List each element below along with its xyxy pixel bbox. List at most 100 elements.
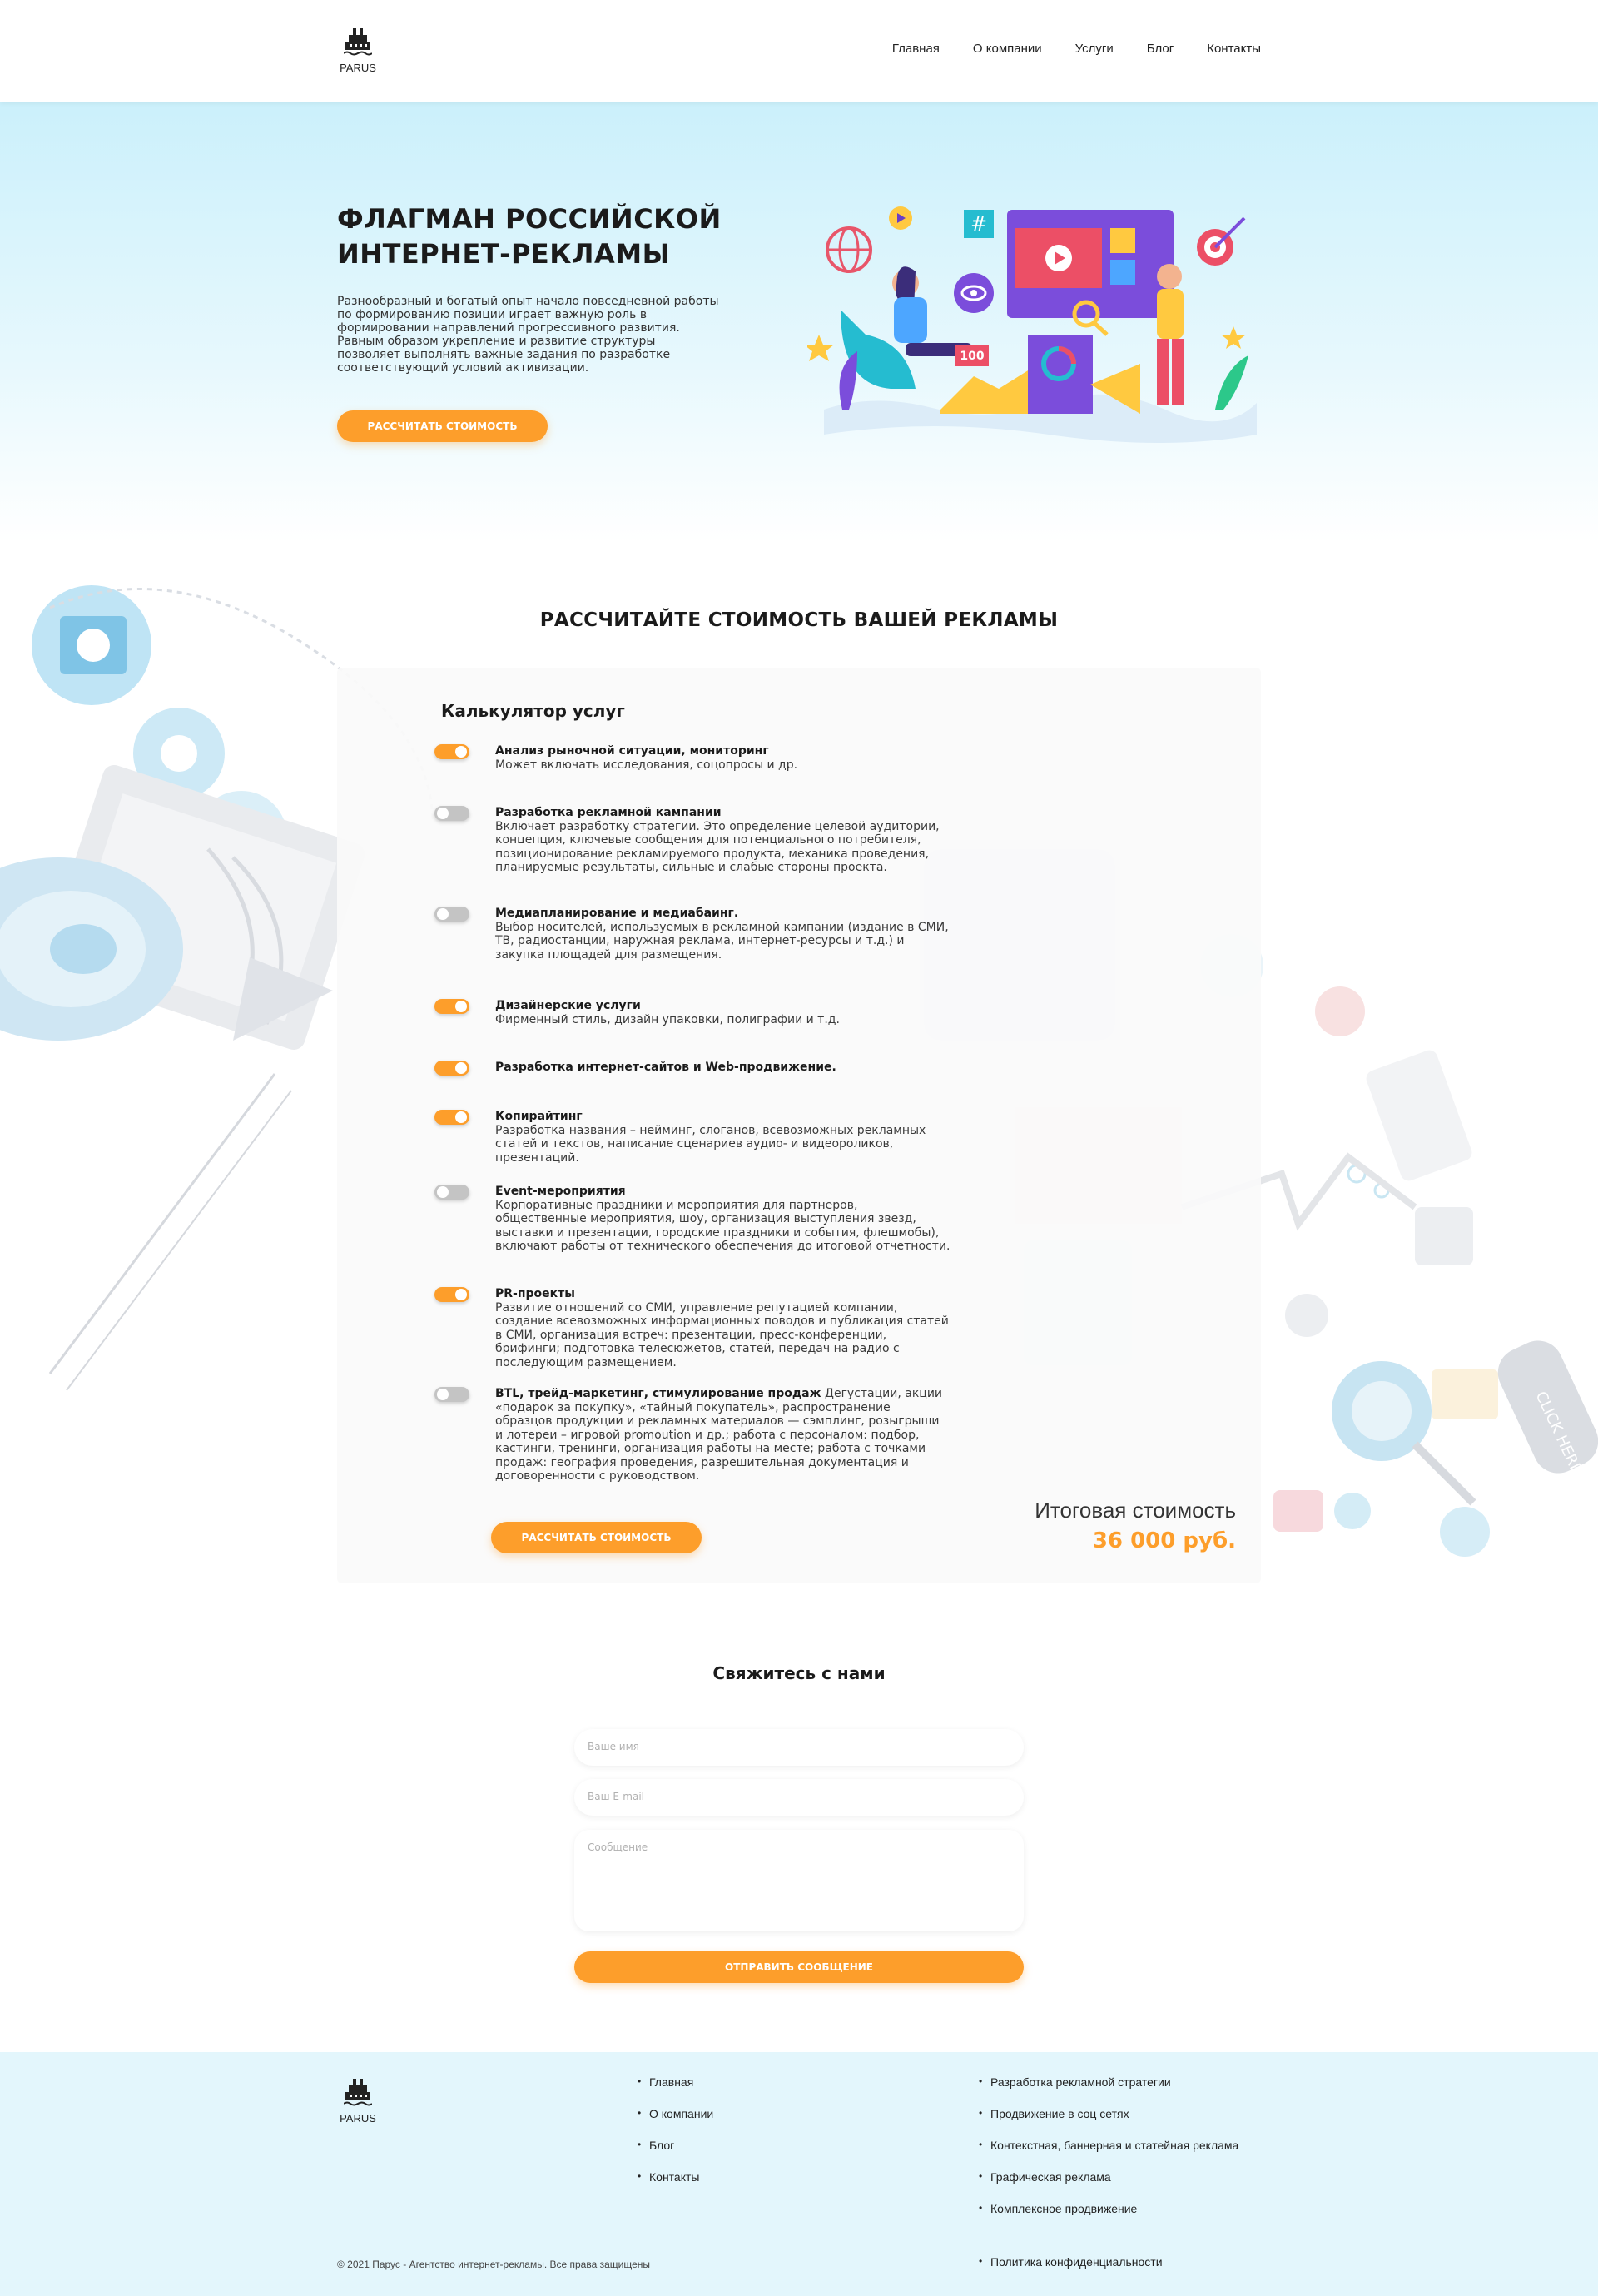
email-field[interactable]: Ваш E-mail: [574, 1779, 1024, 1816]
calculator-calculate-button[interactable]: РАССЧИТАТЬ СТОИМОСТЬ: [491, 1522, 702, 1553]
footer-service-strategy[interactable]: Разработка рекламной стратегии: [979, 2075, 1238, 2107]
ship-logo-icon: [344, 28, 372, 56]
service-description: Фирменный стиль, дизайн упаковки, полигр…: [495, 1012, 840, 1026]
service-row: Медиапланирование и медиабаинг. Выбор нос…: [434, 907, 950, 962]
service-toggle[interactable]: [434, 806, 469, 821]
logo-text: PARUS: [340, 62, 376, 74]
service-text: PR-проекты Развитие отношений со СМИ, упр…: [495, 1287, 950, 1369]
calculator-section-title: РАССЧИТАЙТЕ СТОИМОСТЬ ВАШЕЙ РЕКЛАМЫ: [539, 609, 1059, 631]
hero-section: ФЛАГМАН РОССИЙСКОЙ ИНТЕРНЕТ-РЕКЛАМЫ Разн…: [0, 102, 1598, 543]
service-row: BTL, трейд-маркетинг, стимулирование про…: [434, 1387, 950, 1483]
nav-services[interactable]: Услуги: [1075, 42, 1114, 56]
hero-lead: Разнообразный и богатый опыт начало повс…: [337, 295, 719, 375]
service-toggle[interactable]: [434, 1287, 469, 1302]
svg-text:100: 100: [960, 350, 984, 363]
site-header: PARUS Главная О компании Услуги Блог Кон…: [0, 0, 1598, 102]
site-footer: PARUS Главная О компании Блог Контакты Р…: [0, 2052, 1598, 2296]
calculator-card-title: Калькулятор услуг: [441, 701, 625, 721]
total-value: 36 000 руб.: [1092, 1528, 1236, 1553]
logo[interactable]: PARUS: [337, 27, 379, 74]
nav-blog[interactable]: Блог: [1147, 42, 1174, 56]
service-toggle[interactable]: [434, 1061, 469, 1076]
service-toggle[interactable]: [434, 907, 469, 922]
toggle-knob: [455, 1111, 467, 1123]
service-description: Дегустации, акции «подарок за покупку», …: [495, 1387, 943, 1483]
calculator-card: Калькулятор услуг Анализ рыночной ситуац…: [337, 668, 1261, 1583]
service-text: Event-мероприятия Корпоративные праздники…: [495, 1185, 950, 1254]
service-text: Разработка интернет-сайтов и Web-продвиж…: [495, 1061, 950, 1075]
hero-title: ФЛАГМАН РОССИЙСКОЙ ИНТЕРНЕТ-РЕКЛАМЫ: [337, 201, 803, 271]
toggle-knob: [455, 1001, 467, 1012]
main-nav: Главная О компании Услуги Блог Контакты: [892, 42, 1261, 56]
service-row: Разработка интернет-сайтов и Web-продвиж…: [434, 1061, 950, 1076]
service-name: BTL, трейд-маркетинг, стимулирование про…: [495, 1387, 821, 1400]
service-name: Дизайнерские услуги: [495, 999, 641, 1012]
hero-title-line1: ФЛАГМАН РОССИЙСКОЙ: [337, 203, 722, 235]
footer-services: Разработка рекламной стратегии Продвижен…: [979, 2075, 1238, 2234]
footer-nav-about[interactable]: О компании: [638, 2107, 713, 2139]
send-message-button[interactable]: ОТПРАВИТЬ СООБЩЕНИЕ: [574, 1951, 1024, 1983]
service-toggle[interactable]: [434, 999, 469, 1014]
toggle-knob: [437, 1389, 449, 1400]
service-description: Выбор носителей, используемых в рекламно…: [495, 920, 949, 962]
service-name: Копирайтинг: [495, 1110, 583, 1123]
service-description: Разработка названия – нейминг, слоганов,…: [495, 1123, 926, 1165]
footer-nav-blog[interactable]: Блог: [638, 2139, 713, 2170]
toggle-knob: [437, 808, 449, 819]
contact-title: Свяжитесь с нами: [712, 1663, 886, 1683]
nav-contacts[interactable]: Контакты: [1207, 42, 1261, 56]
message-field[interactable]: Сообщение: [574, 1830, 1024, 1931]
service-row: Разработка рекламной кампании Включает ра…: [434, 806, 950, 875]
footer-nav-contacts[interactable]: Контакты: [638, 2170, 713, 2202]
service-row: Копирайтинг Разработка названия – нейминг…: [434, 1110, 950, 1165]
service-text: Анализ рыночной ситуации, мониторинг Може…: [495, 744, 950, 772]
toggle-knob: [455, 1289, 467, 1300]
nav-home[interactable]: Главная: [892, 42, 940, 56]
toggle-knob: [437, 1186, 449, 1198]
service-row: PR-проекты Развитие отношений со СМИ, упр…: [434, 1287, 950, 1369]
service-description: Корпоративные праздники и мероприятия дл…: [495, 1198, 950, 1254]
total-label: Итоговая стоимость: [1035, 1498, 1236, 1523]
service-toggle[interactable]: [434, 1110, 469, 1125]
service-name: Разработка рекламной кампании: [495, 806, 722, 819]
service-row: Анализ рыночной ситуации, мониторинг Може…: [434, 744, 950, 772]
footer-nav: Главная О компании Блог Контакты: [638, 2075, 713, 2202]
service-name: Разработка интернет-сайтов и Web-продвиж…: [495, 1061, 836, 1074]
name-field[interactable]: Ваше имя: [574, 1729, 1024, 1766]
service-text: Медиапланирование и медиабаинг. Выбор нос…: [495, 907, 950, 962]
service-description: Включает разработку стратегии. Это опред…: [495, 819, 940, 875]
service-text: Копирайтинг Разработка названия – нейминг…: [495, 1110, 950, 1165]
copyright: © 2021 Парус - Агентство интернет-реклам…: [337, 2259, 651, 2270]
toggle-knob: [455, 1062, 467, 1074]
footer-logo[interactable]: PARUS: [337, 2077, 379, 2125]
footer-logo-text: PARUS: [340, 2112, 376, 2125]
service-name: Медиапланирование и медиабаинг.: [495, 907, 739, 920]
svg-text:#: #: [970, 212, 987, 236]
service-row: Event-мероприятия Корпоративные праздники…: [434, 1185, 950, 1254]
service-description: Может включать исследования, соцопросы и…: [495, 758, 798, 772]
footer-service-context[interactable]: Контекстная, баннерная и статейная рекла…: [979, 2139, 1238, 2170]
service-name: Анализ рыночной ситуации, мониторинг: [495, 744, 769, 758]
service-description: Развитие отношений со СМИ, управление ре…: [495, 1300, 949, 1369]
service-toggle[interactable]: [434, 1185, 469, 1200]
service-text: BTL, трейд-маркетинг, стимулирование про…: [495, 1387, 950, 1483]
service-toggle[interactable]: [434, 1387, 469, 1402]
service-name: PR-проекты: [495, 1287, 575, 1300]
toggle-knob: [455, 746, 467, 758]
hero-calculate-button[interactable]: РАССЧИТАТЬ СТОИМОСТЬ: [337, 410, 548, 442]
service-text: Разработка рекламной кампании Включает ра…: [495, 806, 950, 875]
privacy-policy-link[interactable]: Политика конфиденциальности: [979, 2255, 1163, 2269]
service-row: Дизайнерские услуги Фирменный стиль, диза…: [434, 999, 950, 1026]
footer-service-social[interactable]: Продвижение в соц сетях: [979, 2107, 1238, 2139]
footer-service-complex[interactable]: Комплексное продвижение: [979, 2202, 1238, 2234]
toggle-knob: [437, 908, 449, 920]
hero-title-line2: ИНТЕРНЕТ-РЕКЛАМЫ: [337, 238, 671, 270]
service-name: Event-мероприятия: [495, 1185, 626, 1198]
nav-about[interactable]: О компании: [973, 42, 1042, 56]
ship-logo-icon: [344, 2079, 372, 2106]
footer-service-graphic[interactable]: Графическая реклама: [979, 2170, 1238, 2202]
footer-nav-home[interactable]: Главная: [638, 2075, 713, 2107]
service-toggle[interactable]: [434, 744, 469, 759]
hero-illustration: # 100: [807, 206, 1257, 443]
service-text: Дизайнерские услуги Фирменный стиль, диза…: [495, 999, 950, 1026]
